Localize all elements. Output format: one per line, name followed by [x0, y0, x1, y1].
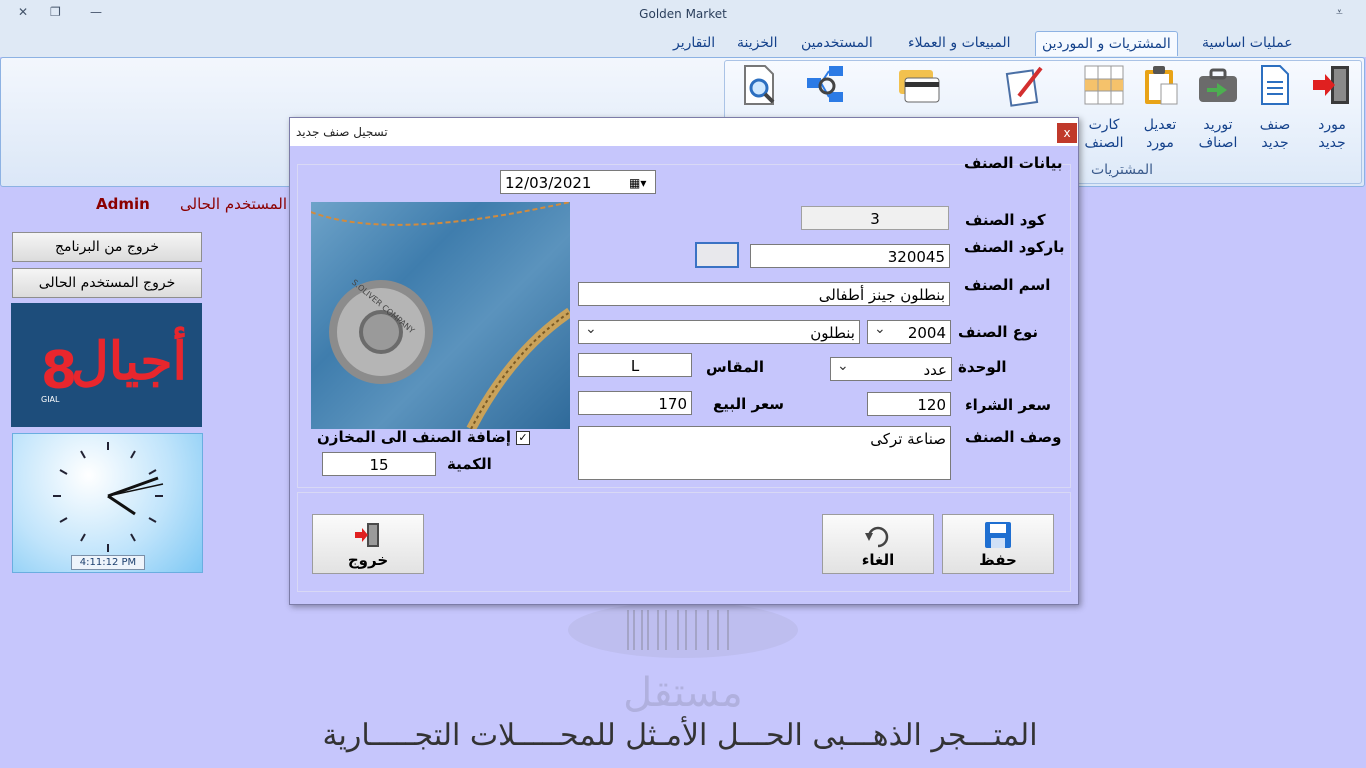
cards-icon: [895, 62, 941, 108]
new-item-dialog: تسجيل صنف جديد x بيانات الصنف 12/03/2021…: [289, 117, 1079, 605]
description-field[interactable]: صناعة تركى: [578, 426, 951, 480]
item-type-name-dropdown[interactable]: بنطلون: [578, 320, 860, 344]
document-search-icon: [737, 62, 783, 108]
edit-supplier-button[interactable]: تعديل مورد: [1132, 62, 1188, 152]
quick-access-menu-icon[interactable]: ⩡: [1336, 5, 1343, 20]
analog-clock: 4:11:12 PM: [12, 433, 203, 573]
dialog-title-bar: تسجيل صنف جديد x: [290, 118, 1078, 146]
tab-reports[interactable]: التقارير: [667, 31, 721, 55]
quantity-field[interactable]: 15: [322, 452, 436, 476]
edit-document-icon: [1001, 62, 1047, 108]
jeans-button-image: [311, 202, 570, 429]
tab-users[interactable]: المستخدمين: [795, 31, 879, 55]
item-barcode-label: باركود الصنف: [964, 238, 1065, 256]
exit-program-button[interactable]: خروج من البرنامج: [12, 232, 202, 262]
tab-treasury[interactable]: الخزينة: [731, 31, 784, 55]
app-slogan: المتـــجر الذهـــبى الحـــل الأمـثل للمح…: [322, 718, 1038, 753]
calendar-icon[interactable]: ▦▾: [629, 171, 646, 193]
item-type-code-dropdown[interactable]: 2004: [867, 320, 951, 344]
title-bar: ✕ ❐ — Golden Market ⩡: [0, 0, 1366, 28]
exit-button[interactable]: خروج: [312, 514, 424, 574]
item-code-field[interactable]: 3: [801, 206, 949, 230]
floppy-disk-icon: [983, 521, 1013, 549]
undo-arrow-icon: [863, 521, 893, 549]
clock-time-readout: 4:11:12 PM: [71, 555, 145, 570]
new-item-button[interactable]: صنف جديد: [1247, 62, 1303, 152]
barcode-watermark: مستقل: [568, 600, 798, 720]
item-type-label: نوع الصنف: [958, 323, 1039, 341]
sale-price-label: سعر البيع: [713, 395, 785, 413]
item-card-button[interactable]: كارت الصنف: [1076, 62, 1132, 152]
size-field[interactable]: L: [578, 353, 692, 377]
barcode-icon: [568, 602, 798, 658]
network-search-icon: [803, 62, 849, 108]
watermark-text: مستقل: [623, 670, 743, 716]
dialog-title: تسجيل صنف جديد: [296, 125, 388, 139]
door-exit-icon: [1309, 62, 1355, 108]
door-exit-icon: [353, 521, 383, 549]
briefcase-icon: [1195, 62, 1241, 108]
cards-button[interactable]: [890, 62, 946, 108]
date-picker[interactable]: 12/03/2021 ▦▾: [500, 170, 656, 194]
ribbon-tab-row: عمليات اساسية المشتريات و الموردين المبي…: [0, 28, 1366, 57]
item-photo[interactable]: S.OLIVER COMPANY: [311, 202, 570, 429]
document-icon: [1252, 62, 1298, 108]
current-user-label: المستخدم الحالى :: [180, 195, 297, 213]
network-search-button[interactable]: [798, 62, 854, 108]
grid-icon: [1081, 62, 1127, 108]
edit-document-button[interactable]: [996, 62, 1052, 108]
unit-dropdown[interactable]: عدد: [830, 357, 952, 381]
purchase-price-field[interactable]: 120: [867, 392, 951, 416]
item-name-label: اسم الصنف: [964, 276, 1051, 294]
cancel-button[interactable]: الغاء: [822, 514, 934, 574]
exit-current-user-button[interactable]: خروج المستخدم الحالى: [12, 268, 202, 298]
description-label: وصف الصنف: [965, 428, 1062, 446]
company-logo: أجيال 8 GIAL: [11, 303, 202, 427]
section-title: بيانات الصنف: [964, 154, 1063, 172]
supply-items-button[interactable]: توريد اصناف: [1190, 62, 1246, 152]
size-label: المقاس: [706, 358, 764, 376]
purchase-price-label: سعر الشراء: [965, 396, 1051, 414]
add-to-store-label: إضافة الصنف الى المخازن: [317, 428, 512, 446]
add-to-store-checkbox[interactable]: ✓: [516, 431, 530, 445]
document-search-button[interactable]: [732, 62, 788, 108]
item-name-field[interactable]: بنطلون جينز أطفالى: [578, 282, 950, 306]
item-code-label: كود الصنف: [965, 211, 1046, 229]
tab-sales-customers[interactable]: المبيعات و العملاء: [902, 31, 1017, 55]
window-title: Golden Market: [639, 7, 727, 21]
tab-purchases-suppliers[interactable]: المشتريات و الموردين: [1035, 31, 1178, 56]
item-barcode-field[interactable]: 320045: [750, 244, 950, 268]
barcode-generate-button[interactable]: [695, 242, 739, 268]
tab-basic-operations[interactable]: عمليات اساسية: [1196, 31, 1299, 55]
unit-label: الوحدة: [958, 358, 1007, 376]
quantity-label: الكمية: [447, 455, 492, 473]
dialog-close-button[interactable]: x: [1057, 123, 1077, 143]
clipboard-icon: [1137, 62, 1183, 108]
new-supplier-button[interactable]: مورد جديد: [1304, 62, 1360, 152]
clock-face-icon: [53, 442, 164, 552]
current-user-name: Admin: [96, 195, 150, 213]
save-button[interactable]: حفظ: [942, 514, 1054, 574]
sale-price-field[interactable]: 170: [578, 391, 692, 415]
